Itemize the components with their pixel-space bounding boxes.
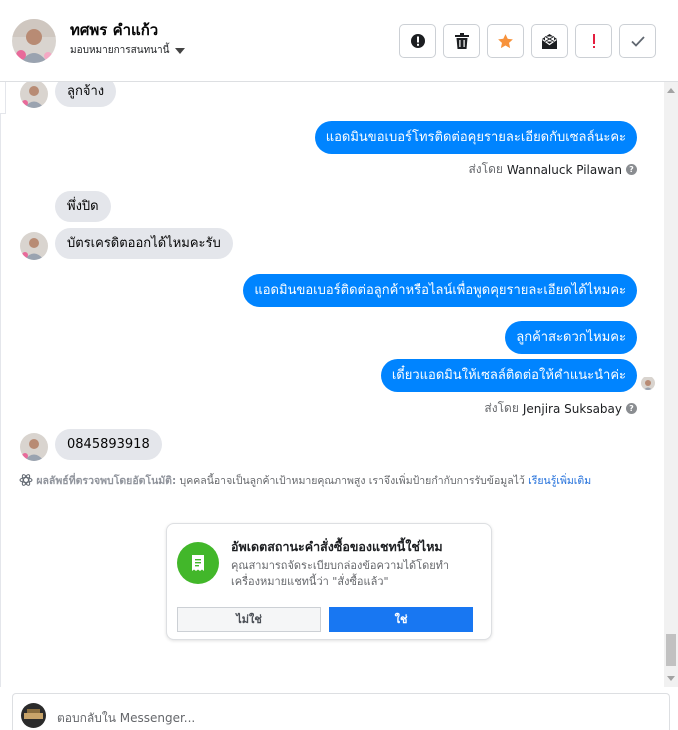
spam-envelope-icon <box>542 33 557 49</box>
scroll-up-icon[interactable] <box>667 88 675 93</box>
sender-name: Jenjira Suksabay <box>522 401 622 416</box>
caret-down-icon <box>175 47 186 54</box>
incoming-message: บัตรเครดิตออกได้ไหมคะรับ <box>55 228 233 259</box>
auto-detection-notice: ผลลัพธ์ที่ตรวจพบโดยอัตโนมัติ: บุคคลนี้อา… <box>19 473 641 490</box>
chat-scrollbar[interactable] <box>664 82 678 687</box>
auto-detection-text: บุคคลนี้อาจเป็นลูกค้าเป้าหมายคุณภาพสูง เ… <box>179 475 525 487</box>
customer-avatar[interactable] <box>12 19 56 63</box>
outgoing-message: แอดมินขอเบอร์ติดต่อลูกค้าหรือไลน์เพื่อพู… <box>243 274 637 307</box>
scrollbar-thumb[interactable] <box>666 634 676 666</box>
yes-button[interactable]: ใช่ <box>329 607 473 632</box>
outgoing-message: เดี๋ยวแอดมินให้เซลล์ติดต่อให้คำแนะนำค่ะ <box>380 359 637 392</box>
card-title: อัพเดตสถานะคำสั่งซื้อของแชทนี้ใช่ไหม <box>231 539 443 554</box>
star-button[interactable] <box>487 24 524 58</box>
scroll-down-icon[interactable] <box>667 676 675 681</box>
conversation-header: ทศพร คำแก้ว มอบหมายการสนทนานี้ <box>0 0 678 82</box>
incoming-message: 0845893918 <box>55 429 162 460</box>
card-description: คุณสามารถจัดระเบียบกล่องข้อความได้โดยทำเ… <box>231 559 450 588</box>
mark-unread-button[interactable] <box>575 24 612 58</box>
trash-icon <box>454 33 469 49</box>
outgoing-message: ลูกค้าสะดวกไหมคะ <box>505 321 637 354</box>
mark-done-button[interactable] <box>619 24 656 58</box>
customer-message-avatar <box>20 433 48 461</box>
delete-button[interactable] <box>443 24 480 58</box>
sent-by-label: ส่งโดย Jenjira Suksabay ? <box>484 399 637 418</box>
assign-conversation-dropdown[interactable]: มอบหมายการสนทนานี้ <box>70 43 186 58</box>
customer-message-avatar <box>20 232 48 260</box>
page-avatar <box>21 703 46 728</box>
customer-message-avatar <box>20 82 48 108</box>
check-icon <box>630 36 645 47</box>
assign-label: มอบหมายการสนทนานี้ <box>70 45 170 56</box>
move-to-spam-button[interactable] <box>531 24 568 58</box>
question-icon[interactable]: ? <box>626 403 637 414</box>
no-button[interactable]: ไม่ใช่ <box>177 607 321 632</box>
side-panel-tab[interactable] <box>0 82 6 114</box>
sender-name: Wannaluck Pilawan <box>506 162 622 177</box>
auto-detection-label: ผลลัพธ์ที่ตรวจพบโดยอัตโนมัติ: <box>36 475 177 487</box>
receipt-icon <box>177 542 219 584</box>
incoming-message: ลูกจ้าง <box>55 82 117 107</box>
header-actions <box>399 24 656 58</box>
exclamation-circle-icon <box>410 34 425 48</box>
customer-name: ทศพร คำแก้ว <box>70 21 159 39</box>
sent-by-label: ส่งโดย Wannaluck Pilawan ? <box>468 160 637 179</box>
outgoing-message: แอดมินขอเบอร์โทรติดต่อคุยรายละเอียดกับเซ… <box>314 121 637 154</box>
question-icon[interactable]: ? <box>626 164 637 175</box>
atom-icon <box>19 474 33 486</box>
mark-issue-button[interactable] <box>399 24 436 58</box>
message-thread[interactable]: ลูกจ้าง แอดมินขอเบอร์โทรติดต่อคุยรายละเอ… <box>0 82 678 687</box>
seen-receipt-avatar <box>641 376 655 390</box>
exclamation-mark-icon <box>592 34 595 48</box>
reply-composer[interactable]: ตอบกลับใน Messenger... <box>12 693 670 730</box>
star-icon <box>498 33 513 48</box>
reply-input[interactable]: ตอบกลับใน Messenger... <box>57 709 195 728</box>
order-status-card: อัพเดตสถานะคำสั่งซื้อของแชทนี้ใช่ไหม คุณ… <box>166 523 492 640</box>
learn-more-link[interactable]: เรียนรู้เพิ่มเติม <box>528 475 591 487</box>
incoming-message: พึ่งปิด <box>55 191 111 222</box>
